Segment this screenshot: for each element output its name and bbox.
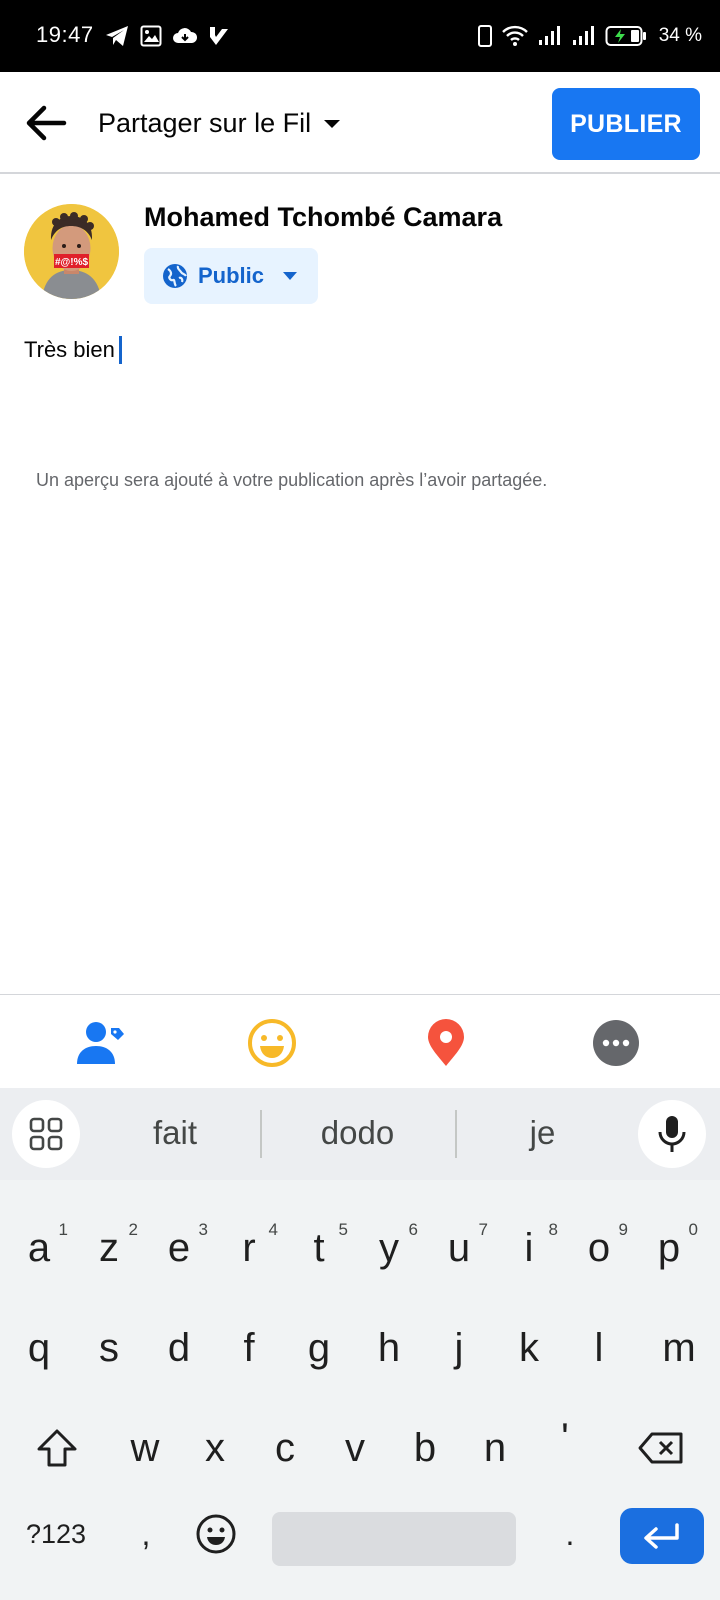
status-bar: 19:47 34 % bbox=[0, 0, 720, 72]
status-time: 19:47 bbox=[36, 22, 94, 47]
phone-icon bbox=[477, 25, 492, 47]
tag-people-button[interactable] bbox=[74, 1017, 126, 1069]
key-w[interactable]: w bbox=[112, 1408, 178, 1488]
signal-icon bbox=[572, 26, 594, 45]
key-e[interactable]: e3 bbox=[146, 1208, 212, 1288]
key-r[interactable]: r4 bbox=[216, 1208, 282, 1288]
key-b[interactable]: b bbox=[392, 1408, 458, 1488]
avatar-image: #@!%$ bbox=[24, 204, 119, 299]
composer-header: Partager sur le Fil PUBLIER bbox=[0, 72, 720, 174]
key-c[interactable]: c bbox=[252, 1408, 318, 1488]
key-i[interactable]: i8 bbox=[496, 1208, 562, 1288]
key-x[interactable]: x bbox=[182, 1408, 248, 1488]
suggestion-1[interactable]: fait bbox=[110, 1114, 240, 1152]
key-a[interactable]: a1 bbox=[6, 1208, 72, 1288]
image-icon bbox=[140, 25, 162, 47]
share-destination-dropdown[interactable]: Partager sur le Fil bbox=[98, 108, 341, 139]
feeling-icon bbox=[248, 1019, 296, 1067]
key-f[interactable]: f bbox=[216, 1308, 282, 1388]
publish-button[interactable]: PUBLIER bbox=[552, 88, 700, 160]
emoji-icon bbox=[196, 1514, 236, 1554]
signal-icon bbox=[538, 26, 560, 45]
caret-down-icon bbox=[324, 119, 341, 128]
keyboard-menu-button[interactable] bbox=[12, 1100, 80, 1168]
comma-key[interactable]: , bbox=[118, 1502, 174, 1566]
voice-input-button[interactable] bbox=[638, 1100, 706, 1168]
post-text-value: Très bien bbox=[24, 337, 115, 362]
suggestion-strip: fait dodo je bbox=[0, 1088, 720, 1180]
location-icon bbox=[428, 1019, 464, 1066]
text-cursor bbox=[118, 336, 122, 364]
symbols-key[interactable]: ?123 bbox=[10, 1502, 102, 1566]
svg-text:#@!%$: #@!%$ bbox=[55, 257, 89, 268]
caret-down-icon bbox=[283, 272, 298, 280]
backspace-key[interactable] bbox=[622, 1408, 700, 1488]
period-key[interactable]: . bbox=[540, 1502, 600, 1566]
composer-toolbar bbox=[0, 994, 720, 1088]
key-l[interactable]: l bbox=[566, 1308, 632, 1388]
author-name: Mohamed Tchombé Camara bbox=[144, 202, 503, 232]
key-q[interactable]: q bbox=[6, 1308, 72, 1388]
telegram-icon bbox=[106, 26, 128, 46]
privacy-label: Public bbox=[198, 263, 265, 288]
enter-key[interactable] bbox=[620, 1508, 704, 1564]
back-arrow-icon bbox=[26, 105, 67, 141]
post-text-input[interactable]: Très bien bbox=[24, 336, 122, 364]
battery-percent: 34 % bbox=[658, 25, 702, 46]
cloud-download-icon bbox=[173, 28, 198, 43]
shift-icon bbox=[37, 1429, 77, 1467]
key-p[interactable]: p0 bbox=[636, 1208, 702, 1288]
suggestion-divider bbox=[455, 1110, 457, 1158]
notification-icons bbox=[104, 22, 230, 50]
avatar: #@!%$ bbox=[24, 204, 119, 299]
tag-people-icon bbox=[77, 1022, 124, 1064]
key-u[interactable]: u7 bbox=[426, 1208, 492, 1288]
key-j[interactable]: j bbox=[426, 1308, 492, 1388]
privacy-selector-button[interactable]: Public bbox=[144, 248, 318, 304]
suggestion-2[interactable]: dodo bbox=[290, 1114, 425, 1152]
microphone-icon bbox=[658, 1116, 686, 1152]
suggestion-3[interactable]: je bbox=[480, 1114, 605, 1152]
globe-icon bbox=[163, 264, 187, 288]
key-apostrophe[interactable]: ' bbox=[532, 1398, 598, 1478]
system-icons: 34 % bbox=[477, 22, 702, 50]
key-k[interactable]: k bbox=[496, 1308, 562, 1388]
soft-keyboard: fait dodo je a1 z2 e3 r4 t5 y6 u7 i8 o9 … bbox=[0, 1088, 720, 1600]
key-t[interactable]: t5 bbox=[286, 1208, 352, 1288]
location-button[interactable] bbox=[420, 1017, 472, 1069]
key-z[interactable]: z2 bbox=[76, 1208, 142, 1288]
feeling-button[interactable] bbox=[246, 1017, 298, 1069]
more-options-button[interactable] bbox=[590, 1017, 642, 1069]
key-o[interactable]: o9 bbox=[566, 1208, 632, 1288]
key-n[interactable]: n bbox=[462, 1408, 528, 1488]
space-key[interactable] bbox=[272, 1512, 516, 1566]
checklist-icon bbox=[210, 27, 228, 45]
key-g[interactable]: g bbox=[286, 1308, 352, 1388]
more-icon bbox=[593, 1020, 639, 1066]
key-m[interactable]: m bbox=[646, 1308, 712, 1388]
backspace-icon bbox=[638, 1432, 683, 1464]
share-destination-label: Partager sur le Fil bbox=[98, 108, 312, 138]
grid-icon bbox=[29, 1117, 63, 1151]
wifi-icon bbox=[501, 25, 528, 46]
key-d[interactable]: d bbox=[146, 1308, 212, 1388]
key-v[interactable]: v bbox=[322, 1408, 388, 1488]
emoji-key[interactable] bbox=[186, 1502, 246, 1566]
key-s[interactable]: s bbox=[76, 1308, 142, 1388]
link-preview-note: Un aperçu sera ajouté à votre publicatio… bbox=[36, 470, 548, 490]
battery-charging-icon bbox=[605, 26, 646, 46]
key-h[interactable]: h bbox=[356, 1308, 422, 1388]
suggestion-divider bbox=[260, 1110, 262, 1158]
shift-key[interactable] bbox=[22, 1408, 92, 1488]
key-y[interactable]: y6 bbox=[356, 1208, 422, 1288]
enter-icon bbox=[644, 1523, 679, 1549]
back-button[interactable] bbox=[20, 98, 72, 148]
